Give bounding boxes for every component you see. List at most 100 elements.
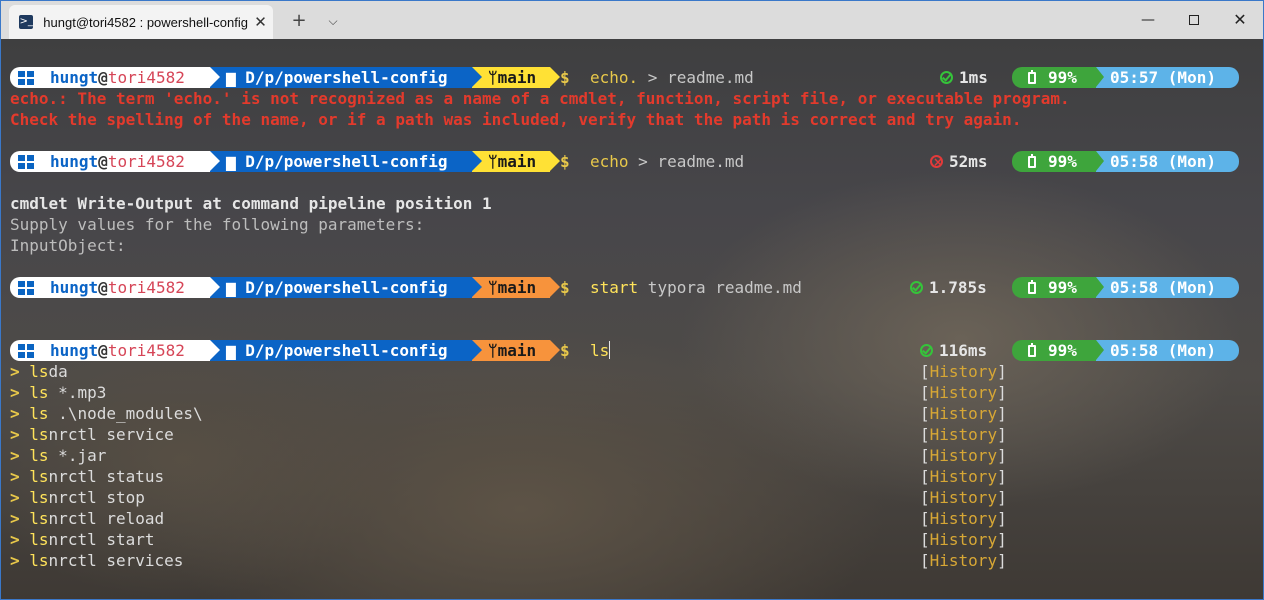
user-name: hungt: [50, 278, 99, 297]
suggestion-item[interactable]: > lsnrctl start [History]: [10, 529, 1020, 550]
suggestion-item[interactable]: > lsnrctl service [History]: [10, 424, 1020, 445]
output-line: cmdlet Write-Output at command pipeline …: [10, 194, 492, 213]
host-name: tori4582: [107, 278, 185, 297]
battery-segment: 99%: [1012, 277, 1096, 298]
source-label: History: [929, 551, 998, 570]
branch-name: main: [497, 152, 537, 171]
path-text: D/p/powershell-config: [245, 68, 448, 87]
git-segment: ᛘmain: [472, 151, 550, 172]
battery-segment: 99%: [1012, 151, 1096, 172]
new-tab-button[interactable]: +: [285, 9, 313, 33]
command-args: typora readme.md: [638, 278, 802, 297]
check-circle-icon: [910, 281, 923, 294]
separator-arrow: [550, 277, 560, 297]
folder-icon: ▆: [226, 278, 246, 297]
command-name: echo: [590, 152, 629, 171]
suggestion-item[interactable]: > ls .\node_modules\ [History]: [10, 403, 1020, 424]
bracket-open: [: [920, 509, 930, 528]
folder-icon: ▆: [226, 341, 246, 360]
bracket-close: ]: [997, 530, 1007, 549]
suggestion-source: [History]: [920, 508, 1007, 529]
suggestion-match: ls: [29, 488, 49, 507]
suggestion-item[interactable]: > lsnrctl services [History]: [10, 550, 1020, 571]
chevron-right-icon: >: [10, 362, 20, 381]
user-name: hungt: [50, 152, 99, 171]
separator-arrow: [472, 277, 482, 297]
at-sign: @: [98, 68, 108, 87]
chevron-right-icon: >: [10, 425, 20, 444]
source-label: History: [929, 404, 998, 423]
tab-powershell-config[interactable]: >_ hungt@tori4582 : powershell-config ✕: [9, 5, 273, 39]
separator-arrow: [472, 340, 482, 360]
source-label: History: [929, 530, 998, 549]
user-name: hungt: [50, 341, 99, 360]
suggestion-match: ls: [29, 383, 49, 402]
chevron-right-icon: >: [10, 383, 20, 402]
suggestion-item[interactable]: > lsnrctl stop [History]: [10, 487, 1020, 508]
suggestion-match: ls: [29, 509, 49, 528]
separator-arrow: [210, 67, 220, 87]
command-text: start typora readme.md: [590, 277, 802, 298]
command-name: ls: [590, 341, 610, 360]
close-button[interactable]: ✕: [1217, 1, 1263, 39]
powershell-icon: >_: [19, 15, 34, 29]
source-label: History: [929, 362, 998, 381]
path-segment: ▆ D/p/powershell-config: [210, 277, 472, 298]
time-segment: 05:58 (Mon): [1096, 277, 1239, 298]
separator-arrow: [210, 277, 220, 297]
git-branch-icon: ᛘ: [488, 278, 498, 297]
tab-close-icon[interactable]: ✕: [248, 13, 273, 31]
windows-icon: [18, 71, 34, 85]
prompt-line: hungt@tori4582 ▆ D/p/powershell-config ᛘ…: [10, 151, 1260, 173]
at-sign: @: [98, 341, 108, 360]
error-circle-icon: [930, 152, 943, 173]
command-name: start: [590, 278, 639, 297]
separator-arrow: [1096, 277, 1104, 297]
bracket-open: [: [920, 467, 930, 486]
bracket-close: ]: [997, 425, 1007, 444]
duration-text: 116ms: [939, 341, 988, 360]
duration-text: 52ms: [949, 152, 988, 171]
bracket-close: ]: [997, 509, 1007, 528]
prompt-symbol: $: [560, 341, 570, 360]
separator-arrow: [472, 67, 482, 87]
suggestion-item[interactable]: > lsnrctl reload [History]: [10, 508, 1020, 529]
bracket-open: [: [920, 404, 930, 423]
maximize-icon: [1189, 15, 1199, 25]
user-name: hungt: [50, 68, 99, 87]
prompt-symbol: $: [560, 152, 570, 171]
bracket-close: ]: [997, 488, 1007, 507]
suggestion-item[interactable]: > lsnrctl status [History]: [10, 466, 1020, 487]
tab-dropdown-button[interactable]: ⌵: [319, 9, 347, 33]
suggestion-item[interactable]: > ls *.mp3 [History]: [10, 382, 1020, 403]
separator-arrow: [1096, 340, 1104, 360]
command-text: echo. > readme.md: [590, 67, 754, 88]
git-branch-icon: ᛘ: [488, 341, 498, 360]
chevron-right-icon: >: [10, 446, 20, 465]
command-name: echo.: [590, 68, 639, 87]
suggestion-rest: nrctl status: [48, 467, 165, 486]
path-segment: ▆ D/p/powershell-config: [210, 151, 472, 172]
path-segment: ▆ D/p/powershell-config: [210, 340, 472, 361]
chevron-right-icon: >: [10, 404, 20, 423]
git-branch-icon: ᛘ: [488, 68, 498, 87]
suggestion-rest: .\node_modules\: [48, 404, 203, 423]
path-text: D/p/powershell-config: [245, 341, 448, 360]
time-segment: 05:58 (Mon): [1096, 340, 1239, 361]
time-segment: 05:58 (Mon): [1096, 151, 1239, 172]
suggestion-rest: da: [48, 362, 68, 381]
suggestion-item[interactable]: > ls *.jar [History]: [10, 445, 1020, 466]
battery-icon: [1028, 343, 1036, 357]
suggestion-source: [History]: [920, 466, 1007, 487]
command-input[interactable]: ls: [590, 340, 611, 361]
suggestion-item[interactable]: > lsda [History]: [10, 361, 1020, 382]
suggestion-match: ls: [29, 446, 49, 465]
separator-arrow: [1096, 67, 1104, 87]
chevron-right-icon: >: [10, 488, 20, 507]
minimize-button[interactable]: —: [1125, 1, 1171, 39]
battery-text: 99%: [1048, 68, 1077, 87]
git-segment: ᛘmain: [472, 340, 550, 361]
chevron-right-icon: >: [10, 551, 20, 570]
maximize-button[interactable]: [1171, 1, 1217, 39]
terminal-body[interactable]: hungt@tori4582 ▆ D/p/powershell-config ᛘ…: [1, 39, 1263, 599]
